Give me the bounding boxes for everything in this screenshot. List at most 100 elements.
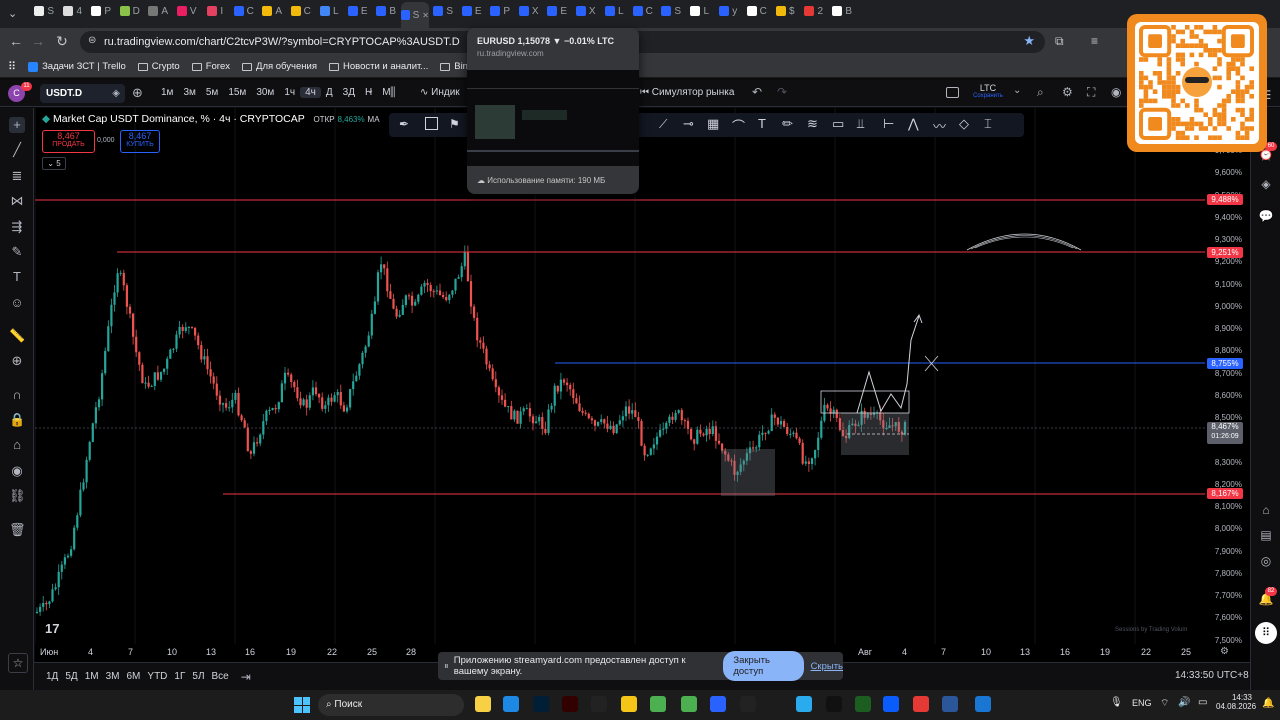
snapshot-camera-icon[interactable]: ◉	[1111, 85, 1121, 99]
taskbar-illustrator-icon[interactable]	[562, 696, 578, 712]
fullscreen-icon[interactable]: ⛶	[1087, 85, 1095, 100]
magnet-icon[interactable]: ∩	[9, 387, 25, 403]
range-box-left[interactable]	[721, 449, 775, 496]
taskbar-photoshop-icon[interactable]	[533, 696, 549, 712]
layers-icon[interactable]: ◈	[1257, 175, 1275, 193]
brush-icon[interactable]: ✎	[9, 244, 25, 260]
arc-drawing-1[interactable]	[966, 233, 1082, 251]
taskbar-chrome-icon[interactable]	[681, 696, 697, 712]
browser-tab[interactable]: X	[572, 0, 601, 22]
browser-tab[interactable]: E	[543, 0, 572, 22]
indicators-toggle[interactable]: ⌄ 5	[42, 157, 66, 170]
pattern-icon[interactable]: ⋈	[9, 193, 25, 209]
browser-tab[interactable]: I	[201, 0, 230, 22]
symbol-search[interactable]: USDT.D ◈	[40, 84, 125, 103]
browser-tab[interactable]: E	[344, 0, 373, 22]
browser-tab[interactable]: V	[173, 0, 202, 22]
date-range-icon[interactable]: ⊢	[883, 116, 894, 132]
browser-tab[interactable]: $	[771, 0, 800, 22]
timeframe-dropdown-icon[interactable]: ⌄	[366, 85, 374, 96]
ruler-icon[interactable]: 📏	[9, 328, 25, 344]
volume-icon[interactable]: 🔊	[1178, 697, 1190, 708]
tab-close-icon[interactable]: ✕	[422, 11, 429, 20]
range-button[interactable]: 5Л	[192, 671, 204, 682]
goto-date-icon[interactable]: ⇥	[241, 670, 251, 684]
legend-title[interactable]: Market Cap USDT Dominance, % · 4ч · CRYP…	[53, 113, 305, 125]
apps-icon[interactable]: ⠿	[8, 60, 16, 73]
text-tool-icon-2[interactable]: T	[758, 116, 766, 131]
browser-tab[interactable]: 4	[59, 0, 88, 22]
bookmark-forex[interactable]: Forex	[191, 61, 230, 72]
reload-icon[interactable]: ↻	[50, 33, 74, 50]
browser-tab[interactable]: L	[600, 0, 629, 22]
taskbar-pdf-icon[interactable]	[913, 696, 929, 712]
start-windows-icon[interactable]	[294, 697, 310, 713]
trend-line-icon[interactable]: ╱	[9, 142, 25, 158]
timeframe-button[interactable]: 3м	[178, 87, 200, 98]
bookmark-news[interactable]: Новости и аналит...	[328, 61, 428, 72]
grid-tool-icon[interactable]: ▦	[707, 116, 719, 132]
bookmark-star-icon[interactable]: ★	[1023, 33, 1035, 49]
taskbar-search[interactable]: ⌕ Поиск	[318, 694, 464, 716]
browser-tab[interactable]: A	[144, 0, 173, 22]
range-button[interactable]: 5Д	[65, 671, 77, 682]
browser-tab[interactable]: D	[116, 0, 145, 22]
bookmark-crypto[interactable]: Crypto	[137, 61, 180, 72]
bookmark-trello[interactable]: Задачи ЗСТ | Trello	[28, 61, 126, 72]
taskbar-app-icon[interactable]	[591, 696, 607, 712]
system-clock[interactable]: 14:33 04.08.2026	[1216, 693, 1256, 711]
stop-sharing-button[interactable]: Закрыть доступ	[723, 651, 804, 681]
pen-tool-icon[interactable]: ✒	[399, 117, 409, 131]
battery-icon[interactable]: ▭	[1198, 697, 1207, 708]
taskbar-app-icon[interactable]	[855, 696, 871, 712]
range-button[interactable]: 6М	[127, 671, 141, 682]
projection-path[interactable]	[856, 315, 920, 414]
browser-tab[interactable]: A	[258, 0, 287, 22]
range-button[interactable]: 1Д	[46, 671, 58, 682]
taskbar-app-icon[interactable]	[503, 696, 519, 712]
timeframe-button[interactable]: 4ч	[300, 87, 321, 98]
site-info-icon[interactable]: ⊜	[88, 35, 96, 46]
hotlist-icon[interactable]: ◎	[1257, 552, 1275, 570]
taskbar-zoom-icon[interactable]	[883, 696, 899, 712]
compare-icon[interactable]: ⊕	[132, 85, 143, 101]
zoom-in-icon[interactable]: ⊕	[9, 353, 25, 369]
rectangle-tool-icon[interactable]	[425, 117, 438, 130]
chart-type-icon[interactable]: ⫼	[390, 85, 396, 100]
browser-tab[interactable]: B	[828, 0, 857, 22]
undo-icon[interactable]: ↶	[752, 85, 762, 99]
browser-tab[interactable]: L	[686, 0, 715, 22]
crosshair-icon[interactable]: +	[9, 117, 25, 133]
brush-tool-icon[interactable]: ✏	[782, 116, 793, 132]
taskbar-app-icon[interactable]	[710, 696, 726, 712]
price-range-icon[interactable]: ⫫	[857, 116, 864, 132]
axis-settings-icon[interactable]: ⚙	[1220, 646, 1229, 657]
layout-dropdown-icon[interactable]: ⌄	[1013, 85, 1021, 96]
language-indicator[interactable]: ENG	[1132, 698, 1152, 708]
taskbar-telegram-icon[interactable]	[796, 696, 812, 712]
xabcd-pattern-icon[interactable]: ⋀	[908, 116, 919, 132]
timeframe-button[interactable]: Д	[321, 87, 338, 98]
arc-drawing-3[interactable]	[974, 236, 1074, 249]
fib-retracement-icon[interactable]: ≣	[9, 168, 25, 184]
browser-tab[interactable]: L	[315, 0, 344, 22]
elliott-wave-icon[interactable]: 〰	[933, 116, 946, 135]
chat-icon[interactable]: 💬	[1257, 207, 1275, 225]
forecast-icon[interactable]: ⇶	[9, 219, 25, 235]
fib-tool-icon[interactable]: ≋	[807, 116, 818, 132]
flag-tool-icon[interactable]: ⚑	[449, 117, 460, 131]
quick-search-icon[interactable]: ⌕	[1037, 85, 1044, 100]
timeframe-button[interactable]: 1м	[156, 87, 178, 98]
taskbar-files-icon[interactable]	[621, 696, 637, 712]
layout-icon[interactable]	[946, 87, 959, 98]
sell-button[interactable]: 8,467 ПРОДАТЬ	[42, 130, 95, 153]
browser-tab[interactable]: C	[629, 0, 658, 22]
range-button[interactable]: YTD	[147, 671, 167, 682]
replay-button[interactable]: ⏮ Симулятор рынка	[640, 87, 734, 98]
calendar-icon[interactable]: ▤	[1257, 526, 1275, 544]
layout-name[interactable]: LTC Сохранить	[966, 83, 1010, 99]
lock-icon[interactable]: ⌂	[9, 437, 25, 453]
browser-tab[interactable]: S	[429, 0, 458, 22]
range-button[interactable]: 3М	[106, 671, 120, 682]
apps-grid-icon[interactable]: ⠿	[1255, 622, 1277, 644]
